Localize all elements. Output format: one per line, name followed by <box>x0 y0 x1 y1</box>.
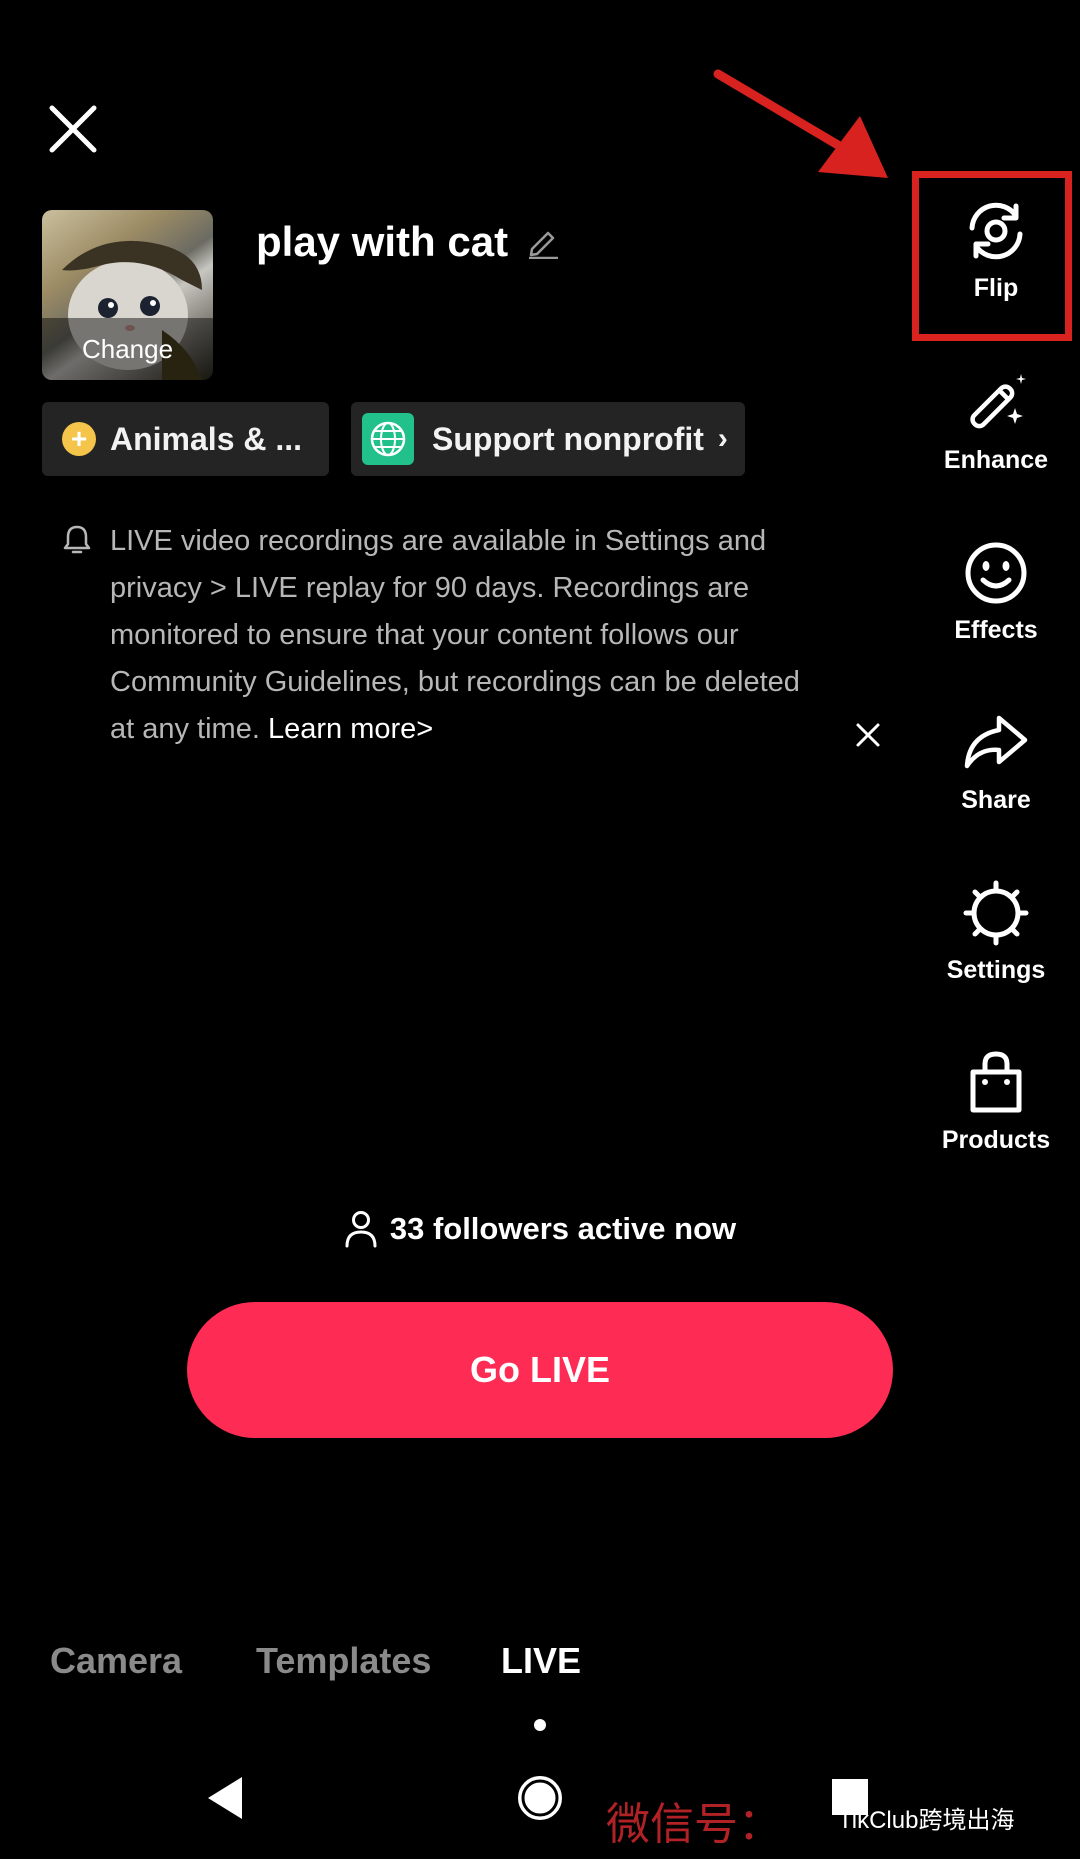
bell-icon <box>63 525 91 554</box>
learn-more-link[interactable]: Learn more> <box>268 713 433 745</box>
tab-live[interactable]: LIVE <box>501 1640 581 1682</box>
followers-active: 33 followers active now <box>0 1210 1080 1248</box>
shopping-bag-icon <box>970 1051 1022 1113</box>
go-live-button[interactable]: Go LIVE <box>187 1302 893 1438</box>
nonprofit-label: Support nonprofit <box>432 420 704 457</box>
share-arrow-icon <box>964 715 1028 769</box>
title-row[interactable]: play with cat <box>256 218 560 266</box>
effects-button[interactable]: Effects <box>920 540 1072 645</box>
products-button[interactable]: Products <box>920 1050 1072 1155</box>
watermark-brand: TikClub跨境出海 <box>838 1807 1015 1834</box>
settings-label: Settings <box>946 956 1046 984</box>
watermark-text: 微信号： <box>606 1799 782 1850</box>
active-tab-indicator <box>534 1719 546 1731</box>
chevron-right-icon: › <box>717 422 728 455</box>
edit-pencil-icon[interactable] <box>526 225 560 259</box>
support-nonprofit-chip[interactable]: Support nonprofit › <box>351 402 745 476</box>
notice-text: LIVE video recordings are available in S… <box>110 525 800 745</box>
smiley-effects-icon <box>965 542 1027 604</box>
effects-label: Effects <box>954 616 1038 644</box>
enhance-label: Enhance <box>943 446 1049 474</box>
annotation-highlight-box <box>912 171 1072 341</box>
enhance-button[interactable]: Enhance <box>920 370 1072 475</box>
tab-camera[interactable]: Camera <box>50 1640 182 1682</box>
annotation-arrow-icon <box>713 69 888 178</box>
back-triangle-icon[interactable] <box>204 1775 246 1821</box>
globe-icon <box>362 413 414 465</box>
settings-button[interactable]: Settings <box>920 880 1072 985</box>
person-icon <box>345 1211 377 1248</box>
products-label: Products <box>941 1126 1051 1154</box>
share-label: Share <box>961 786 1031 814</box>
close-icon <box>49 105 97 153</box>
notice-paragraph: LIVE video recordings are available in S… <box>110 518 822 753</box>
followers-text: 33 followers active now <box>389 1211 737 1246</box>
live-title: play with cat <box>256 218 509 265</box>
tab-templates[interactable]: Templates <box>256 1640 431 1682</box>
gear-icon <box>963 880 1029 946</box>
magic-wand-icon <box>970 374 1026 429</box>
mode-tabs: Camera Templates LIVE <box>0 1640 1080 1690</box>
home-circle-icon[interactable] <box>515 1773 565 1823</box>
category-add-icon: + <box>62 422 96 456</box>
replay-notice: LIVE video recordings are available in S… <box>62 518 822 753</box>
close-button[interactable] <box>44 100 102 158</box>
go-live-label: Go LIVE <box>469 1349 610 1390</box>
notice-close-icon[interactable] <box>855 722 881 748</box>
category-chip[interactable]: + Animals & ... <box>42 402 329 476</box>
cover-image[interactable]: Change <box>42 210 213 380</box>
cover-change-label[interactable]: Change <box>42 318 213 380</box>
category-label: Animals & ... <box>110 420 303 457</box>
share-button[interactable]: Share <box>920 710 1072 815</box>
